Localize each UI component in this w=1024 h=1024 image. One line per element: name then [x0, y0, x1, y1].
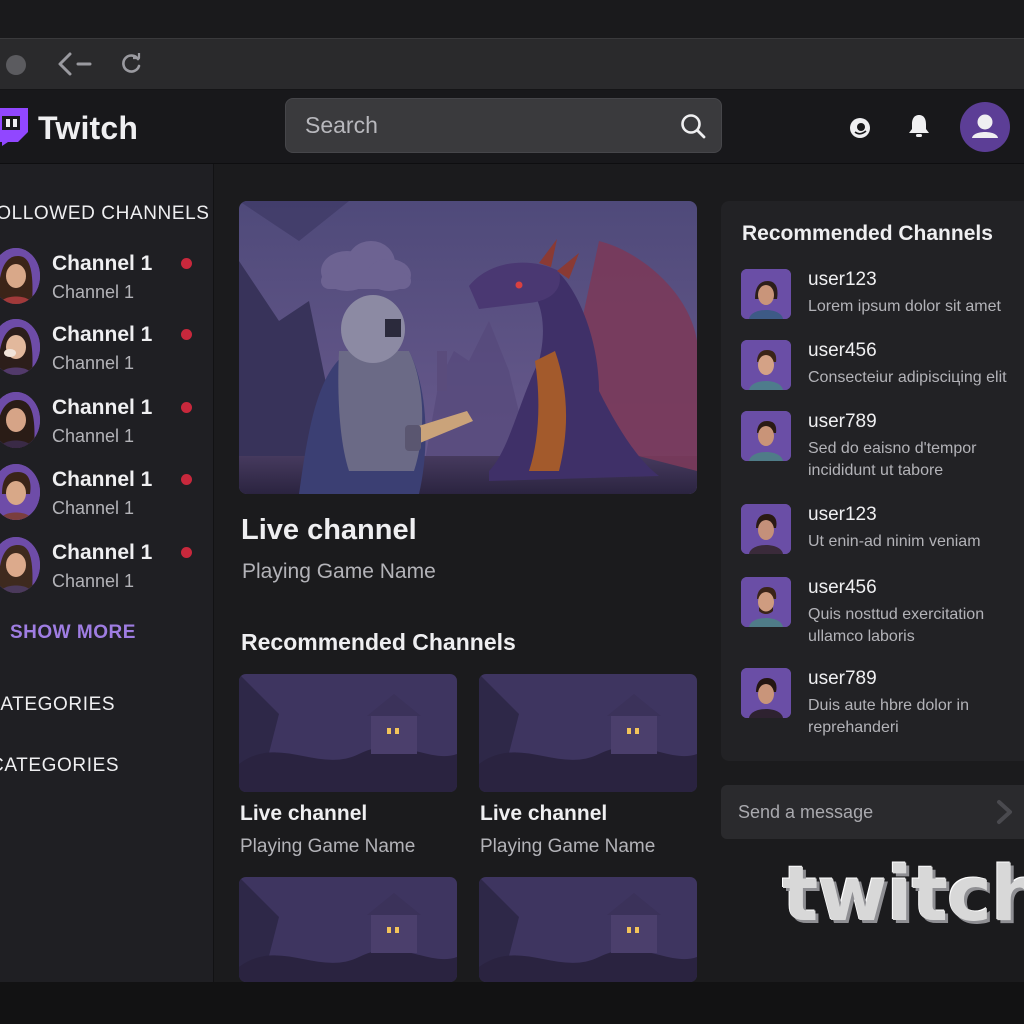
bell-icon[interactable] [905, 112, 933, 140]
channel-name: Channel 1 [52, 468, 153, 491]
channel-subtitle: Channel 1 [52, 571, 135, 591]
live-indicator [181, 329, 192, 340]
live-indicator [181, 547, 192, 558]
categories-heading[interactable]: CATEGORIES [0, 755, 119, 777]
user-avatar[interactable] [741, 411, 791, 461]
browser-top-strip [0, 0, 1024, 38]
hero-stream-thumbnail[interactable] [239, 201, 697, 494]
channel-subtitle: Channel 1 [52, 426, 135, 446]
card-thumbnail[interactable] [479, 674, 697, 792]
user-avatar-icon [972, 114, 998, 138]
hero-artwork [239, 201, 697, 494]
user-message: Duis aute hbre dolor in reprehanderi [808, 697, 969, 736]
user-avatar[interactable] [741, 668, 791, 718]
channel-name: Channel 1 [52, 541, 153, 564]
card-title[interactable]: Live channel [480, 802, 607, 826]
live-indicator [181, 474, 192, 485]
search-icon[interactable] [679, 112, 707, 140]
channel-subtitle: Channel 1 [52, 353, 135, 373]
user-avatar[interactable] [741, 340, 791, 390]
followed-channel-item[interactable]: Channel 1 Channel 1 [0, 248, 214, 314]
username[interactable]: user123 [808, 504, 877, 526]
hero-subtitle[interactable]: Playing Game Name [242, 560, 436, 584]
app-logo-text[interactable]: Twitch [38, 110, 138, 147]
channel-name: Channel 1 [52, 323, 153, 346]
twitch-wordmark-logo: twitch [782, 854, 1024, 934]
user-message: Sed do eaisno d'tempor incididunt ut tab… [808, 440, 977, 479]
channel-subtitle: Channel 1 [52, 282, 135, 302]
chat-box[interactable] [721, 785, 1024, 839]
user-message: Consecteiur adipisciцing elit [808, 369, 1007, 386]
followed-channel-item[interactable]: Channel 1 Channel 1 [0, 319, 214, 385]
card-thumbnail[interactable] [479, 877, 697, 982]
prime-crown-icon[interactable] [846, 114, 874, 142]
channel-avatar [0, 464, 40, 520]
username[interactable]: user123 [808, 269, 877, 291]
chat-input[interactable] [721, 785, 981, 839]
channel-subtitle: Channel 1 [52, 498, 135, 518]
hero-title[interactable]: Live channel [241, 514, 417, 547]
user-message: Lorem ipsum dolor sit amet [808, 298, 1001, 315]
live-indicator [181, 402, 192, 413]
live-indicator [181, 258, 192, 269]
card-subtitle: Playing Game Name [480, 836, 656, 857]
browser-toolbar [0, 38, 1024, 90]
channel-avatar [0, 248, 40, 304]
recommended-channels-panel: Recommended Channels user123 Lorem ipsum… [721, 201, 1024, 761]
app-header: Twitch [0, 90, 1024, 164]
show-more-button[interactable]: SHOW MORE [10, 622, 136, 644]
search-input[interactable] [286, 99, 666, 152]
send-arrow-icon[interactable] [994, 799, 1016, 825]
user-avatar[interactable] [741, 577, 791, 627]
user-message: Quis nosttud exercitation ullamco labori… [808, 606, 985, 645]
user-avatar[interactable] [960, 102, 1010, 152]
channel-avatar [0, 319, 40, 375]
main-content: Live channel Playing Game Name Recommend… [215, 164, 715, 982]
username[interactable]: user789 [808, 668, 877, 690]
categories-heading[interactable]: CATEGORIES [0, 694, 115, 716]
card-title[interactable]: Live channel [240, 802, 367, 826]
reload-icon[interactable] [118, 51, 144, 77]
channel-name: Channel 1 [52, 396, 153, 419]
card-thumbnail[interactable] [239, 674, 457, 792]
card-subtitle: Playing Game Name [240, 836, 416, 857]
panel-title: Recommended Channels [742, 222, 993, 245]
card-thumbnail[interactable] [239, 877, 457, 982]
bottom-strip [0, 982, 1024, 1024]
twitch-logo-icon[interactable] [0, 106, 30, 146]
user-message: Ut enin-ad ninim veniam [808, 533, 981, 550]
followed-channels-heading: FOLLOWED CHANNELS [0, 203, 210, 224]
channel-name: Channel 1 [52, 252, 153, 275]
username[interactable]: user789 [808, 411, 877, 433]
channel-avatar [0, 537, 40, 593]
wordmark-text: twitch [782, 854, 1024, 934]
user-avatar[interactable] [741, 269, 791, 319]
followed-channel-item[interactable]: Channel 1 Channel 1 [0, 464, 214, 530]
username[interactable]: user456 [808, 340, 877, 362]
username[interactable]: user456 [808, 577, 877, 599]
window-dot-icon[interactable] [6, 55, 26, 75]
followed-channel-item[interactable]: Channel 1 Channel 1 [0, 537, 214, 603]
search-box[interactable] [285, 98, 722, 153]
channel-avatar [0, 392, 40, 448]
followed-channel-item[interactable]: Channel 1 Channel 1 [0, 392, 214, 458]
user-avatar[interactable] [741, 504, 791, 554]
recommended-section-title: Recommended Channels [241, 629, 516, 655]
sidebar: FOLLOWED CHANNELS Channel 1 Channel 1 Ch… [0, 164, 214, 982]
back-arrow-icon[interactable] [56, 49, 96, 79]
